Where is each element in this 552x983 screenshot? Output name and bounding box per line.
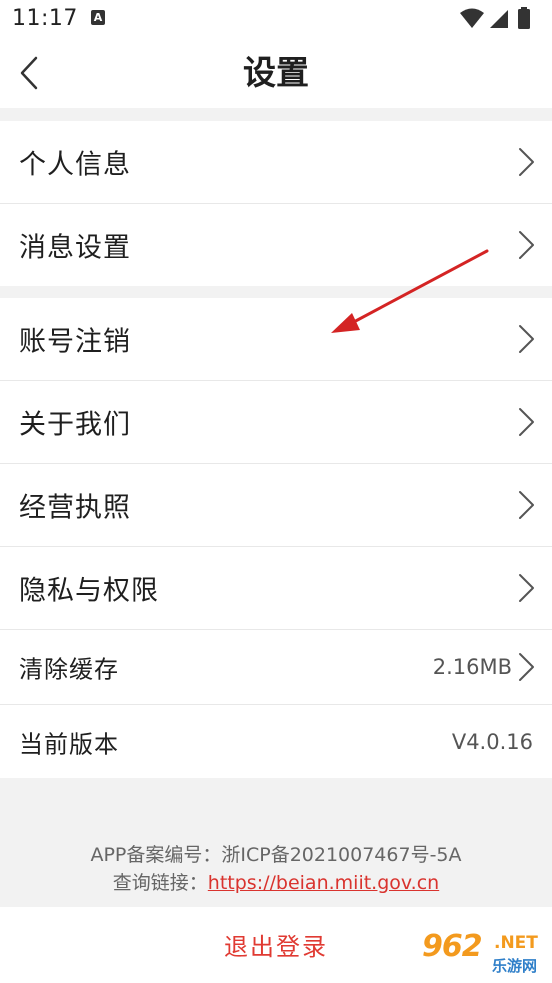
chevron-right-icon xyxy=(519,408,534,436)
wifi-icon xyxy=(460,8,484,28)
status-bar: 11:17 A xyxy=(0,0,552,38)
notification-a-icon: A xyxy=(91,10,105,25)
icp-query-link[interactable]: https://beian.miit.gov.cn xyxy=(208,872,439,894)
settings-item-label: 消息设置 xyxy=(19,232,131,264)
settings-group-1: 个人信息 消息设置 xyxy=(0,121,552,286)
settings-item-personal-info[interactable]: 个人信息 xyxy=(0,121,552,203)
page-title: 设置 xyxy=(243,53,309,92)
battery-icon xyxy=(518,7,530,29)
status-time: 11:17 xyxy=(12,6,78,31)
settings-item-account-deletion[interactable]: 账号注销 xyxy=(0,298,552,380)
icp-record: APP备案编号：浙ICP备2021007467号-5A xyxy=(90,844,462,866)
watermark-cn: 乐游网 xyxy=(492,957,538,975)
settings-group-2: 账号注销 关于我们 经营执照 隐私与权限 清除缓存 2.16MB 当前版本 V4… xyxy=(0,298,552,779)
settings-item-current-version: 当前版本 V4.0.16 xyxy=(0,704,552,779)
settings-item-message-settings[interactable]: 消息设置 xyxy=(0,203,552,286)
settings-item-label: 关于我们 xyxy=(19,409,131,441)
settings-item-privacy-permissions[interactable]: 隐私与权限 xyxy=(0,546,552,629)
settings-item-label: 账号注销 xyxy=(19,326,131,358)
settings-item-label: 经营执照 xyxy=(19,492,131,524)
chevron-right-icon xyxy=(519,574,534,602)
settings-item-label: 当前版本 xyxy=(19,730,119,759)
settings-item-label: 个人信息 xyxy=(19,149,131,181)
nav-bar: 设置 xyxy=(0,38,552,108)
cache-size-value: 2.16MB xyxy=(432,655,512,679)
chevron-right-icon xyxy=(519,148,534,176)
watermark-number: 962 xyxy=(422,929,483,964)
chevron-right-icon xyxy=(519,653,534,681)
settings-item-label: 隐私与权限 xyxy=(19,575,159,607)
settings-item-about-us[interactable]: 关于我们 xyxy=(0,380,552,463)
icp-query-line: 查询链接：https://beian.miit.gov.cn xyxy=(0,868,552,895)
settings-item-clear-cache[interactable]: 清除缓存 2.16MB xyxy=(0,629,552,704)
footer-area: APP备案编号：浙ICP备2021007467号-5A 查询链接：https:/… xyxy=(0,778,552,907)
settings-item-business-license[interactable]: 经营执照 xyxy=(0,463,552,546)
chevron-right-icon xyxy=(519,491,534,519)
version-value: V4.0.16 xyxy=(451,730,533,754)
icp-query-label: 查询链接： xyxy=(112,872,208,894)
chevron-right-icon xyxy=(519,325,534,353)
signal-icon xyxy=(490,10,508,28)
chevron-right-icon xyxy=(519,231,534,259)
settings-item-label: 清除缓存 xyxy=(19,655,119,684)
watermark-suffix: .NET xyxy=(494,933,538,953)
watermark-logo: 962 .NET 乐游网 xyxy=(408,927,546,979)
status-icons xyxy=(460,7,530,29)
